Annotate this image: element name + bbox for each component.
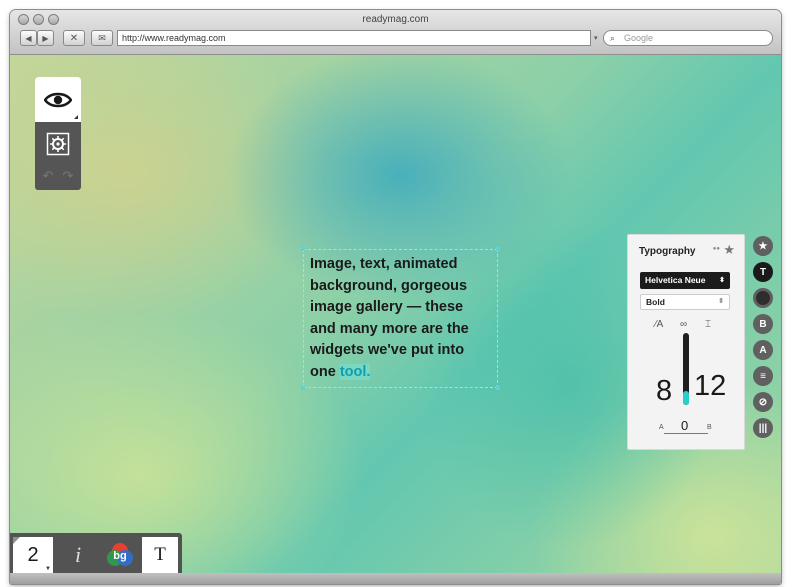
- stop-x-icon: ✕: [69, 32, 79, 44]
- select-arrows-icon: ⬍: [719, 277, 725, 284]
- link-proportions-icon[interactable]: ∞: [680, 319, 687, 330]
- preview-menu-indicator: [74, 115, 78, 119]
- panel-title: Typography: [639, 246, 696, 257]
- tracking-max-label: B: [707, 424, 712, 431]
- slider-fill: [683, 390, 689, 405]
- background-button[interactable]: bg: [100, 537, 140, 573]
- tool-panel: ↶ ↷: [35, 77, 81, 190]
- background-label: bg: [113, 550, 126, 562]
- window-title: readymag.com: [362, 14, 429, 25]
- text-tool-button[interactable]: T: [142, 537, 178, 573]
- settings-button[interactable]: [35, 122, 81, 165]
- forward-button[interactable]: ▶: [37, 30, 54, 46]
- address-bar[interactable]: http://www.readymag.com: [117, 30, 591, 46]
- font-weight-select[interactable]: Bold ⬍: [640, 294, 730, 310]
- search-input[interactable]: ⌕ Google: [603, 30, 773, 46]
- font-size-icon[interactable]: ⁄A: [655, 319, 663, 330]
- font-size-slider[interactable]: [683, 333, 689, 405]
- line-height-icon[interactable]: ⌶: [705, 319, 711, 330]
- font-family-select[interactable]: Helvetica Neue ⬍: [640, 272, 730, 289]
- text-widget-content: Image, text, animated background, gorgeo…: [310, 256, 469, 380]
- resize-handle[interactable]: [496, 386, 500, 390]
- chevron-down-icon[interactable]: ▼: [45, 566, 51, 572]
- info-button[interactable]: i: [58, 537, 98, 573]
- window-bottom-bar: [10, 573, 781, 584]
- comment-icon[interactable]: ≡: [753, 366, 773, 386]
- resize-handle[interactable]: [301, 247, 305, 251]
- mail-icon: ✉: [98, 32, 106, 43]
- bottom-toolbar: 2 ▼ i bg T: [10, 533, 182, 577]
- search-icon: ⌕: [610, 33, 616, 43]
- browser-window: readymag.com ◀ ▶ ✕ ✉ http://www.readymag…: [10, 10, 781, 584]
- search-placeholder: Google: [624, 33, 654, 43]
- title-bar: readymag.com ◀ ▶ ✕ ✉ http://www.readymag…: [10, 10, 781, 55]
- page-fold-icon: [13, 537, 20, 544]
- stop-button[interactable]: ✕: [63, 30, 85, 46]
- star-icon[interactable]: ★: [753, 236, 773, 256]
- text-selection: tool.: [339, 363, 371, 380]
- text-widget[interactable]: Image, text, animated background, gorgeo…: [301, 247, 500, 390]
- more-options-icon[interactable]: ●●: [713, 246, 720, 252]
- tracking-value[interactable]: 0: [681, 418, 688, 433]
- button-icon[interactable]: B: [753, 314, 773, 334]
- typography-icon[interactable]: T: [753, 262, 773, 282]
- tracking-slider[interactable]: [664, 433, 708, 434]
- text-style-icon[interactable]: A: [753, 340, 773, 360]
- mail-button[interactable]: ✉: [91, 30, 113, 46]
- eye-icon: [44, 92, 72, 107]
- preview-button[interactable]: [35, 77, 81, 122]
- editor-canvas[interactable]: ↶ ↷ Image, text, animated background, go…: [10, 55, 781, 584]
- font-family-value: Helvetica Neue: [645, 275, 706, 285]
- undo-icon[interactable]: ↶: [39, 169, 57, 183]
- line-height-value[interactable]: 12: [694, 370, 726, 403]
- font-weight-value: Bold: [646, 297, 665, 307]
- columns-icon[interactable]: |||: [753, 418, 773, 438]
- gear-frame-icon: [46, 132, 70, 155]
- font-size-value[interactable]: 8: [656, 375, 672, 408]
- back-button[interactable]: ◀: [20, 30, 37, 46]
- typography-panel: Typography ●● ★ Helvetica Neue ⬍ Bold ⬍ …: [627, 234, 745, 450]
- tracking-min-label: A: [659, 424, 664, 431]
- resize-handle[interactable]: [301, 386, 305, 390]
- circle-icon[interactable]: [753, 288, 773, 308]
- background-icon: bg: [107, 543, 133, 566]
- favorite-star-icon[interactable]: ★: [723, 242, 735, 258]
- redo-icon[interactable]: ↷: [59, 169, 77, 183]
- widget-sidebar: ★ T B A ≡ ⊘ |||: [753, 236, 773, 444]
- resize-handle[interactable]: [496, 247, 500, 251]
- link-icon[interactable]: ⊘: [753, 392, 773, 412]
- back-arrow-icon: ◀: [25, 33, 32, 43]
- select-arrows-icon: ⬍: [718, 298, 724, 305]
- address-dropdown-icon[interactable]: ▾: [594, 34, 598, 42]
- forward-arrow-icon: ▶: [42, 33, 49, 43]
